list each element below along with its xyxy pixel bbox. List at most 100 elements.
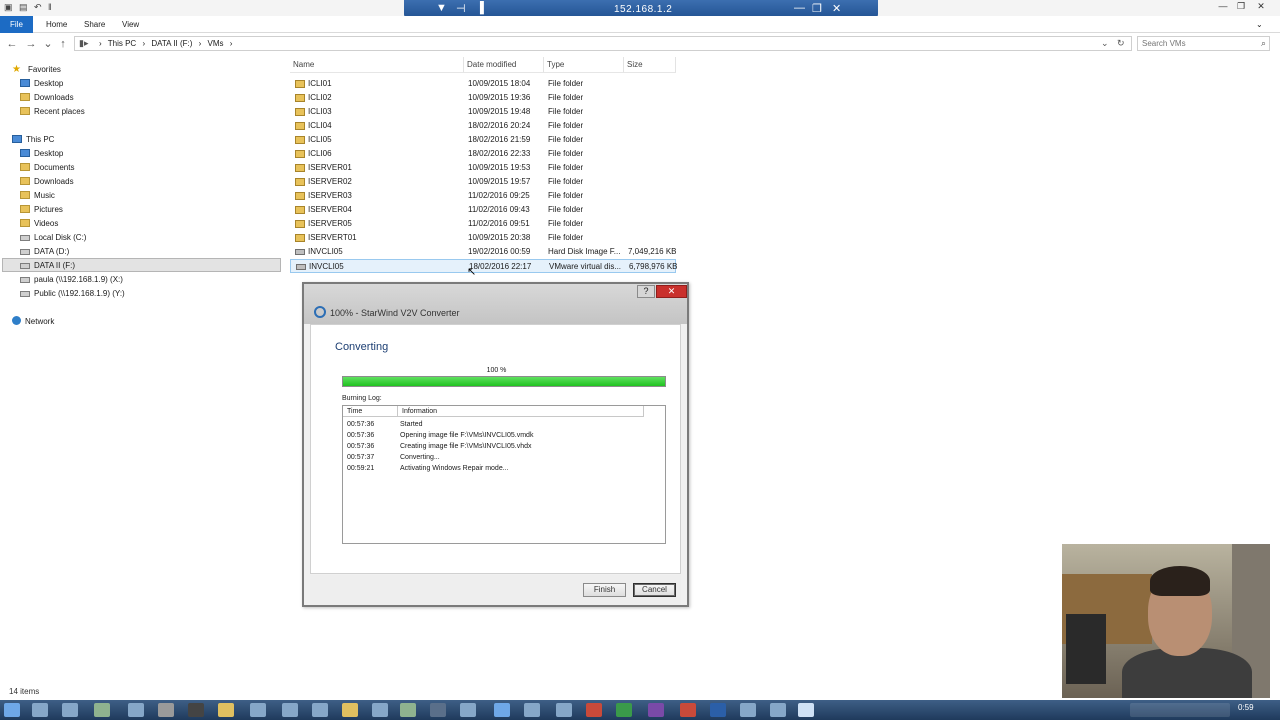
help-button[interactable]: ? <box>637 285 655 298</box>
file-row[interactable]: ISERVER04 11/02/2016 09:43 File folder <box>290 203 676 217</box>
breadcrumb-data-ii[interactable]: DATA II (F:) <box>151 39 192 48</box>
nav-item-data-ii-f[interactable]: DATA II (F:) <box>2 258 281 272</box>
nav-item-music[interactable]: Music <box>20 189 55 203</box>
breadcrumb-separator[interactable]: › <box>142 39 145 48</box>
taskbar-app-icon[interactable] <box>250 703 266 717</box>
file-row[interactable]: ISERVER05 11/02/2016 09:51 File folder <box>290 217 676 231</box>
taskbar-app-icon[interactable] <box>62 703 78 717</box>
taskbar-app-icon[interactable] <box>430 703 446 717</box>
quick-access-toolbar[interactable]: ▣ ▤ ↶ ‖ <box>4 2 54 13</box>
taskbar-cmd-icon[interactable] <box>188 703 204 717</box>
column-header-size[interactable]: Size <box>624 57 676 73</box>
log-row[interactable]: 00:57:36 Started <box>343 419 665 430</box>
taskbar-app-icon[interactable] <box>524 703 540 717</box>
taskbar-app-icon[interactable] <box>282 703 298 717</box>
nav-item-desktop[interactable]: Desktop <box>20 77 63 91</box>
breadcrumb-separator[interactable]: › <box>199 39 202 48</box>
taskbar-app-icon[interactable] <box>586 703 602 717</box>
burning-log-list[interactable]: Time Information 00:57:36 Started 00:57:36… <box>342 405 666 544</box>
rdp-minimize-button[interactable]: — <box>794 2 805 14</box>
taskbar-app-icon[interactable] <box>770 703 786 717</box>
taskbar-app-icon[interactable] <box>342 703 358 717</box>
rdp-pin-icon[interactable]: ⊣ <box>456 2 466 15</box>
file-row[interactable]: ISERVER02 10/09/2015 19:57 File folder <box>290 175 676 189</box>
breadcrumb-separator[interactable]: › <box>230 39 233 48</box>
file-row[interactable]: ICLI02 10/09/2015 19:36 File folder <box>290 91 676 105</box>
nav-item-data-d[interactable]: DATA (D:) <box>20 245 69 259</box>
taskbar-app-icon[interactable] <box>158 703 174 717</box>
tab-share[interactable]: Share <box>74 16 115 33</box>
file-row[interactable]: INVCLI05 19/02/2016 00:59 Hard Disk Image … <box>290 245 676 259</box>
taskbar-excel-icon[interactable] <box>616 703 632 717</box>
file-row[interactable]: ICLI06 18/02/2016 22:33 File folder <box>290 147 676 161</box>
nav-item-pictures[interactable]: Pictures <box>20 203 63 217</box>
search-box[interactable]: ⌕ <box>1137 36 1270 51</box>
column-header-date-modified[interactable]: Date modified <box>464 57 544 73</box>
nav-this-pc[interactable]: This PC <box>12 133 54 147</box>
log-row[interactable]: 00:57:36 Opening image file F:\VMs\INVCLI… <box>343 430 665 441</box>
log-row[interactable]: 00:57:37 Converting... <box>343 452 665 463</box>
taskbar-app-icon[interactable] <box>128 703 144 717</box>
finish-button[interactable]: Finish <box>583 583 626 597</box>
cancel-button[interactable]: Cancel <box>633 583 676 597</box>
nav-favorites[interactable]: ★ Favorites <box>12 63 61 77</box>
file-row[interactable]: ICLI04 18/02/2016 20:24 File folder <box>290 119 676 133</box>
nav-item-recent-places[interactable]: Recent places <box>20 105 85 119</box>
start-button-icon[interactable] <box>4 703 20 717</box>
file-row[interactable]: ISERVER01 10/09/2015 19:53 File folder <box>290 161 676 175</box>
minimize-button[interactable]: — <box>1216 1 1230 14</box>
nav-item-videos[interactable]: Videos <box>20 217 58 231</box>
taskbar-app-icon[interactable] <box>32 703 48 717</box>
tab-view[interactable]: View <box>112 16 149 33</box>
file-row[interactable]: ICLI01 10/09/2015 18:04 File folder <box>290 77 676 91</box>
rdp-restore-button[interactable]: ❐ <box>812 2 822 15</box>
file-row[interactable]: ISERVERT01 10/09/2015 20:38 File folder <box>290 231 676 245</box>
forward-button[interactable]: → <box>24 37 38 51</box>
log-row[interactable]: 00:59:21 Activating Windows Repair mode..… <box>343 463 665 474</box>
close-button[interactable]: ✕ <box>1254 1 1268 14</box>
taskbar-onenote-icon[interactable] <box>648 703 664 717</box>
taskbar-app-icon[interactable] <box>494 703 510 717</box>
nav-item-local-disk-c[interactable]: Local Disk (C:) <box>20 231 86 245</box>
column-header-type[interactable]: Type <box>544 57 624 73</box>
rdp-pin-button[interactable]: ▼ <box>436 2 447 14</box>
taskbar-app-icon[interactable] <box>312 703 328 717</box>
rdp-close-button[interactable]: ✕ <box>832 2 841 15</box>
nav-network[interactable]: Network <box>12 315 54 329</box>
log-column-information[interactable]: Information <box>398 406 644 417</box>
refresh-icon[interactable]: ↻ <box>1117 38 1125 49</box>
taskbar-app-icon[interactable] <box>740 703 756 717</box>
taskbar-powerpoint-icon[interactable] <box>680 703 696 717</box>
file-row[interactable]: ICLI05 18/02/2016 21:59 File folder <box>290 133 676 147</box>
file-row[interactable]: INVCLI05 18/02/2016 22:17 VMware virtual d… <box>290 259 677 273</box>
log-row[interactable]: 00:57:36 Creating image file F:\VMs\INVCL… <box>343 441 665 452</box>
ribbon-expand-button[interactable]: ⌄ <box>1246 16 1273 33</box>
search-input[interactable] <box>1142 38 1252 49</box>
search-icon[interactable]: ⌕ <box>1261 38 1266 49</box>
taskbar-explorer-icon[interactable] <box>218 703 234 717</box>
address-dropdown-icon[interactable]: ⌄ <box>1101 38 1109 49</box>
restore-button[interactable]: ❐ <box>1234 1 1248 14</box>
taskbar-app-icon[interactable] <box>400 703 416 717</box>
dialog-titlebar[interactable]: 100% - StarWind V2V Converter ? ✕ <box>304 284 687 324</box>
up-button[interactable]: ↑ <box>56 37 70 51</box>
address-bar[interactable]: ▮▸ › This PC › DATA II (F:) › VMs › ⌄ ↻ <box>74 36 1132 51</box>
dialog-close-button[interactable]: ✕ <box>656 285 687 298</box>
nav-item-desktop[interactable]: Desktop <box>20 147 63 161</box>
file-row[interactable]: ISERVER03 11/02/2016 09:25 File folder <box>290 189 676 203</box>
taskbar-app-icon[interactable] <box>94 703 110 717</box>
taskbar-app-icon[interactable] <box>556 703 572 717</box>
tray-clock[interactable]: 0:59 <box>1238 703 1254 712</box>
tab-file[interactable]: File <box>0 16 33 33</box>
taskbar-app-icon[interactable] <box>460 703 476 717</box>
nav-item-downloads[interactable]: Downloads <box>20 175 74 189</box>
taskbar-starwind-icon[interactable] <box>798 703 814 717</box>
taskbar-word-icon[interactable] <box>710 703 726 717</box>
signal-icon[interactable]: ▐ <box>476 2 484 14</box>
system-tray[interactable] <box>1130 703 1230 717</box>
nav-item-paula-share[interactable]: paula (\\192.168.1.9) (X:) <box>20 273 123 287</box>
breadcrumb-vms[interactable]: VMs <box>208 39 224 48</box>
nav-item-documents[interactable]: Documents <box>20 161 74 175</box>
tab-home[interactable]: Home <box>36 16 77 33</box>
back-button[interactable]: ← <box>5 37 19 51</box>
